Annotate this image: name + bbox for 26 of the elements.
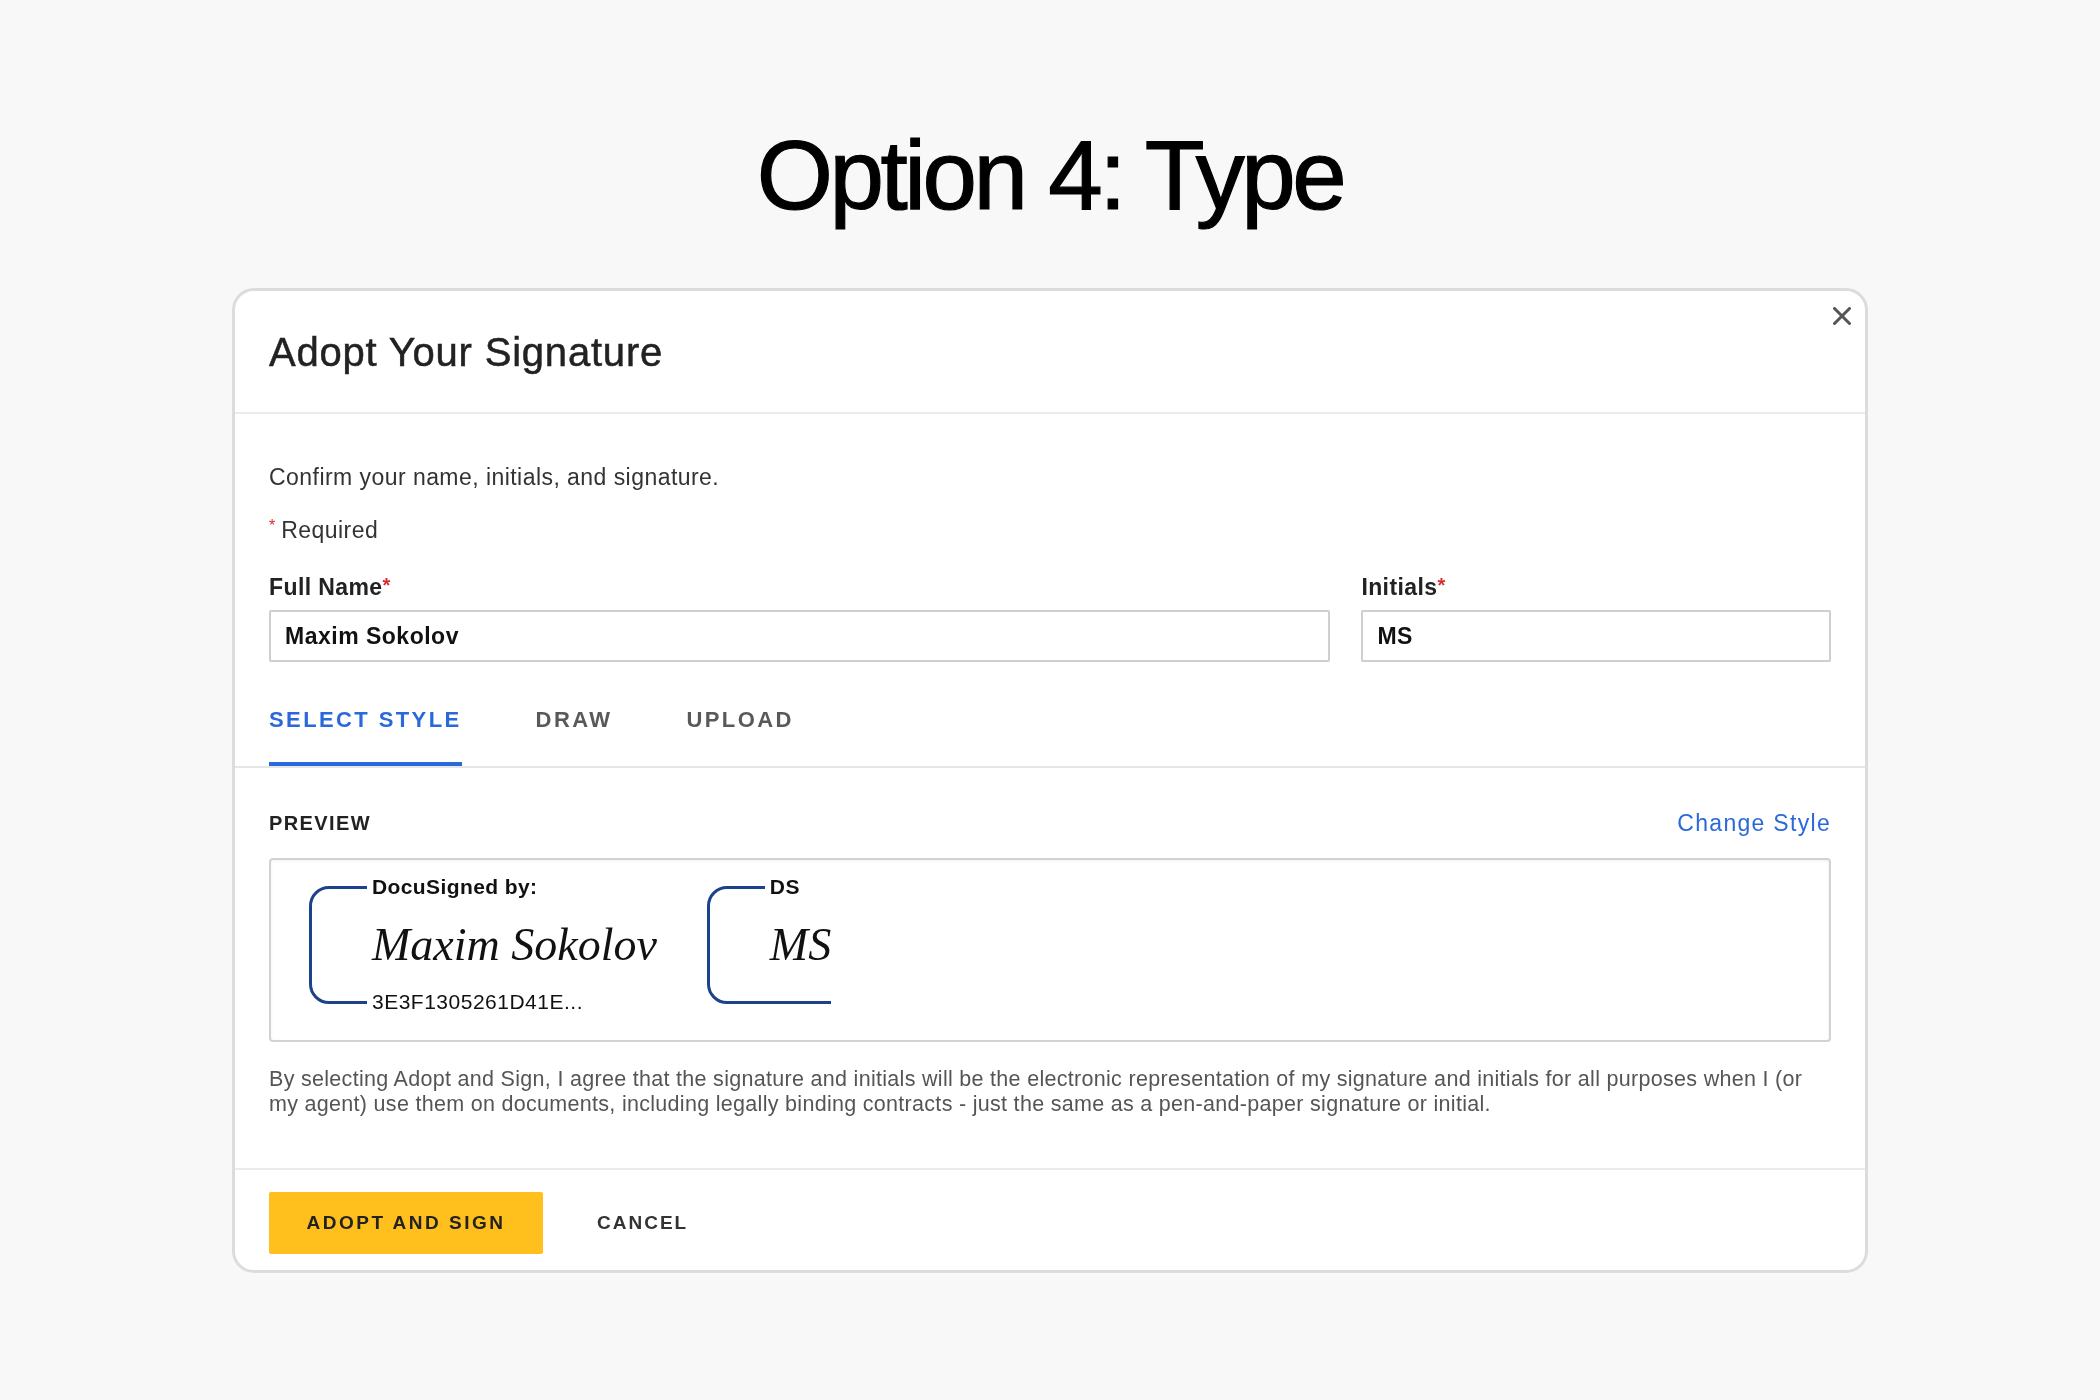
- signature-text: Maxim Sokolov: [370, 921, 657, 968]
- signature-code: 3E3F1305261D41E...: [371, 989, 584, 1015]
- field-label: Initials: [1361, 573, 1438, 602]
- field-label: Full Name: [269, 573, 383, 602]
- initials-text: MS: [768, 921, 832, 968]
- required-asterisk: *: [269, 516, 276, 536]
- tab[interactable]: UPLOAD: [686, 705, 794, 766]
- change-style-link[interactable]: Change Style: [1677, 808, 1831, 838]
- intro-text: Confirm your name, initials, and signature.: [269, 463, 721, 492]
- dialog-title: Adopt Your Signature: [269, 328, 664, 376]
- required-note: Required: [281, 516, 379, 545]
- text-input-field[interactable]: Maxim Sokolov: [269, 610, 1331, 662]
- stamp-caption: DocuSigned by:: [371, 874, 539, 900]
- tab[interactable]: DRAW: [535, 705, 613, 766]
- disclaimer-text: By selecting Adopt and Sign, I agree that the signature and initials will be the electronic representation of my signature and initials for all purposes when I (or my agent) use them on documents, including legally binding contracts - just the same as a pen-and-paper signature or initial.: [269, 1067, 1804, 1117]
- close-icon[interactable]: [1833, 307, 1851, 325]
- section-label: PREVIEW: [269, 811, 372, 836]
- required-asterisk: *: [1437, 573, 1446, 598]
- bracket-icon: [309, 885, 367, 1004]
- adopt-and-sign-button[interactable]: ADOPT AND SIGN: [269, 1192, 543, 1254]
- required-asterisk: *: [382, 573, 391, 598]
- tab[interactable]: SELECT STYLE: [269, 705, 462, 766]
- stamp-caption: DS: [768, 874, 801, 900]
- cancel-button[interactable]: CANCEL: [597, 1208, 689, 1238]
- page-title: Option 4: Type: [755, 119, 1345, 232]
- text-input-field[interactable]: MS: [1361, 610, 1831, 662]
